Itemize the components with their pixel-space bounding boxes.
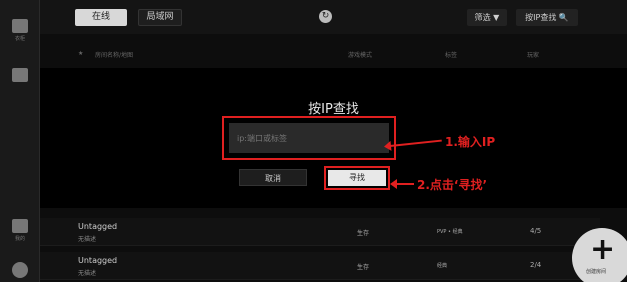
sidebar-item-label: 我的 xyxy=(14,235,25,242)
table-header: ★ 房间名称/地图 游戏模式 标签 玩家 xyxy=(40,44,600,64)
row-name: Untagged xyxy=(78,256,118,265)
column-mode: 游戏模式 xyxy=(348,52,373,59)
row-count: 2/4 xyxy=(530,261,542,269)
sidebar: 衣柜 我的 xyxy=(0,0,40,282)
create-room-button[interactable]: + 创建房间 xyxy=(572,228,627,282)
tab-lan[interactable]: 局域网 xyxy=(138,9,182,26)
sidebar-item-tags[interactable] xyxy=(0,55,40,95)
row-subtitle: 无描述 xyxy=(78,236,97,243)
annotation-step-1: 1.输入IP xyxy=(445,135,496,149)
pie-chart-icon xyxy=(12,262,28,278)
sidebar-item-wardrobe[interactable]: 衣柜 xyxy=(0,10,40,50)
row-subtitle: 无描述 xyxy=(78,270,97,277)
sidebar-item-profile[interactable]: 我的 xyxy=(0,210,40,250)
column-tags: 标签 xyxy=(445,52,458,59)
row-name: Untagged xyxy=(78,222,118,231)
sidebar-item-stats[interactable] xyxy=(0,250,40,282)
column-count: 玩家 xyxy=(527,52,540,59)
annotation-arrow-2 xyxy=(390,179,414,189)
column-name: 房间名称/地图 xyxy=(95,52,134,59)
row-tags: 经典 xyxy=(437,263,448,269)
plus-icon: + xyxy=(590,232,616,267)
ip-input[interactable] xyxy=(229,123,389,153)
table-row[interactable]: Untagged 无描述 生存 PVP • 经典 4/5 xyxy=(40,218,600,246)
fab-label: 创建房间 xyxy=(586,269,607,275)
top-bar: 在线 局域网 ↻ 筛选 ▼ 按IP查找 🔍 xyxy=(40,0,627,34)
favorite-icon[interactable]: ★ xyxy=(78,50,83,57)
table-row[interactable]: Untagged 无描述 生存 经典 2/4 xyxy=(40,252,600,280)
find-button[interactable]: 寻找 xyxy=(328,170,386,186)
row-count: 4/5 xyxy=(530,227,542,235)
sidebar-item-label: 衣柜 xyxy=(14,35,25,42)
row-mode: 生存 xyxy=(357,264,370,271)
row-tags: PVP • 经典 xyxy=(437,229,463,235)
tab-online[interactable]: 在线 xyxy=(75,9,127,26)
tag-icon xyxy=(12,68,28,82)
cancel-button[interactable]: 取消 xyxy=(239,169,307,186)
filter-button[interactable]: 筛选 ▼ xyxy=(467,9,507,26)
annotation-step-2: 2.点击‘寻找’ xyxy=(417,178,488,192)
shirt-icon xyxy=(12,18,28,33)
user-icon xyxy=(12,218,28,233)
ip-search-button[interactable]: 按IP查找 🔍 xyxy=(516,9,578,26)
row-mode: 生存 xyxy=(357,230,370,237)
ip-search-dialog: 按IP查找 xyxy=(40,68,627,208)
refresh-icon[interactable]: ↻ xyxy=(319,10,332,23)
dialog-title: 按IP查找 xyxy=(308,102,359,117)
